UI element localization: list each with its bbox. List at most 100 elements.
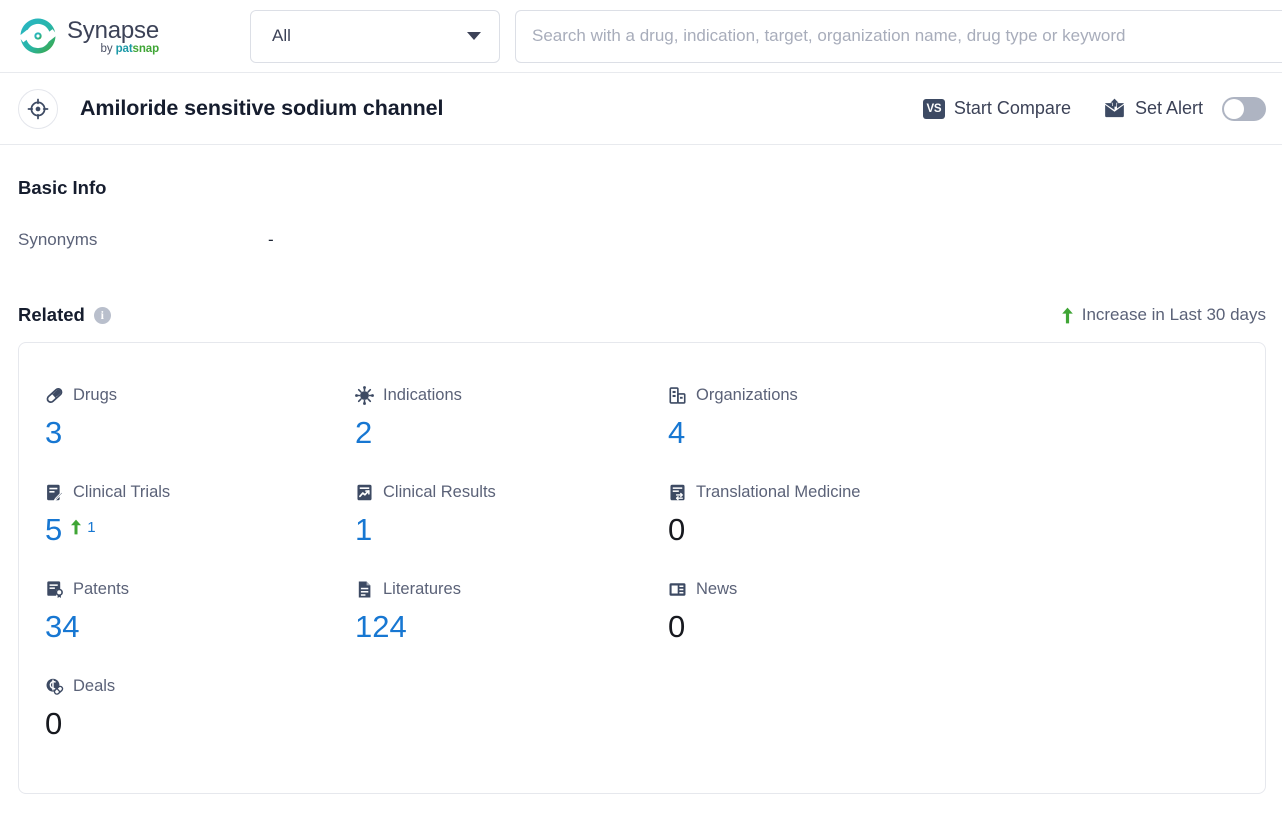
page-title: Amiloride sensitive sodium channel [80,96,444,120]
category-select-value: All [272,26,291,45]
stat-value[interactable]: 1 [355,514,372,545]
stat-drugs: Drugs 3 [45,384,355,481]
stat-value: 0 [668,512,686,547]
stat-organizations: Organizations 4 [668,384,1265,481]
stat-value-row: 4 [668,417,1265,455]
vs-badge-icon: VS [922,98,945,119]
synapse-logo-icon [18,18,58,54]
category-select[interactable]: All [250,9,500,63]
stat-value-row: 0 [668,514,1265,552]
stat-head[interactable]: Translational Medicine [668,481,1265,503]
start-compare-label: Start Compare [953,98,1071,118]
stat-label: Drugs [73,385,118,404]
stat-value-row: 1 [355,514,668,552]
stat-label: Literatures [383,579,461,598]
stat-news: News 0 [668,578,1265,675]
set-alert-toggle[interactable] [1222,96,1266,121]
clinical-result-icon [357,484,372,500]
stats-grid: Drugs 3 Indications 2 Organizations 4 Cl… [45,384,1265,772]
search-box[interactable] [515,9,1282,63]
stat-clinical-results: Clinical Results 1 [355,481,668,578]
basic-info-heading: Basic Info [18,177,107,198]
top-bar: Synapse by patsnap All [0,0,1282,73]
stat-value-row: 0 [668,611,1265,649]
stat-value[interactable]: 2 [355,417,372,448]
grid-filler [668,675,1265,772]
increase-legend: Increase in Last 30 days [1061,305,1266,325]
arrow-up-icon [71,519,82,535]
stat-head[interactable]: News [668,578,1265,600]
stat-label: Deals [73,676,116,695]
clinical-trial-icon [47,484,64,502]
stat-label: News [696,579,738,598]
grid-filler [355,675,668,772]
target-avatar [18,88,58,129]
synonyms-label: Synonyms [18,230,98,249]
synonyms-value: - [268,230,274,249]
app-logo[interactable]: Synapse by patsnap [18,16,214,56]
target-crosshair-icon [27,98,49,119]
logo-subtitle: by patsnap [67,42,160,56]
main-content: Basic Info Synonyms - Related i Increase… [0,177,1282,794]
related-heading: Related [18,304,85,325]
related-header: Related i Increase in Last 30 days [18,304,1266,326]
stat-head[interactable]: Drugs [45,384,355,406]
stat-head[interactable]: Indications [355,384,668,406]
patent-icon [47,580,63,598]
logo-snap-text: snap [132,42,160,55]
stat-label: Indications [383,385,462,404]
translational-med-icon [670,484,685,500]
stat-deals: Deals 0 [45,675,355,772]
set-alert-button[interactable]: Set Alert [1103,96,1266,121]
pill-icon [46,387,63,403]
stat-value-row: 34 [45,611,355,649]
logo-pat-text: pat [115,42,133,55]
stat-value[interactable]: 34 [45,611,79,642]
building-icon [669,386,686,404]
stat-label: Patents [73,579,129,598]
increase-legend-label: Increase in Last 30 days [1081,305,1266,324]
arrow-up-icon [1061,307,1073,323]
stat-label: Translational Medicine [696,482,861,501]
stat-translational-medicine: Translational Medicine 0 [668,481,1265,578]
alert-envelope-icon [1105,98,1124,118]
stat-delta: 1 [70,519,96,536]
logo-by-text: by [100,42,116,55]
entity-title-bar: Amiloride sensitive sodium channel VS St… [0,73,1282,145]
stat-indications: Indications 2 [355,384,668,481]
stat-value[interactable]: 5 [45,514,62,545]
stat-value-row: 5 1 [45,514,355,552]
stat-head[interactable]: Patents [45,578,355,600]
toggle-knob [1224,98,1244,119]
stat-value-row: 3 [45,417,355,455]
virus-icon [355,385,374,405]
stat-value[interactable]: 3 [45,417,62,448]
stat-head[interactable]: Clinical Results [355,481,668,503]
stat-value[interactable]: 124 [355,611,407,642]
start-compare-button[interactable]: VS Start Compare [922,98,1071,119]
stat-clinical-trials: Clinical Trials 5 1 [45,481,355,578]
search-input[interactable] [532,26,1266,46]
stat-label: Clinical Results [383,482,496,501]
info-icon[interactable]: i [93,306,111,324]
stat-head[interactable]: Deals [45,675,355,697]
stat-literatures: Literatures 124 [355,578,668,675]
related-stats-card: Drugs 3 Indications 2 Organizations 4 Cl… [18,342,1266,794]
stat-head[interactable]: Literatures [355,578,668,600]
set-alert-label: Set Alert [1134,98,1203,118]
stat-value-row: 124 [355,611,668,649]
stat-label: Clinical Trials [73,482,171,501]
stat-patents: Patents 34 [45,578,355,675]
stat-head[interactable]: Organizations [668,384,1265,406]
stat-head[interactable]: Clinical Trials [45,481,355,503]
chevron-down-icon [467,32,481,40]
stat-value-row: 0 [45,708,355,746]
deals-icon [46,678,64,695]
stat-label: Organizations [696,385,798,404]
stat-value: 0 [668,609,686,644]
stat-value: 0 [45,706,63,741]
logo-title: Synapse [67,16,159,44]
stat-value[interactable]: 4 [668,417,685,448]
literature-icon [358,581,371,597]
stat-value-row: 2 [355,417,668,455]
